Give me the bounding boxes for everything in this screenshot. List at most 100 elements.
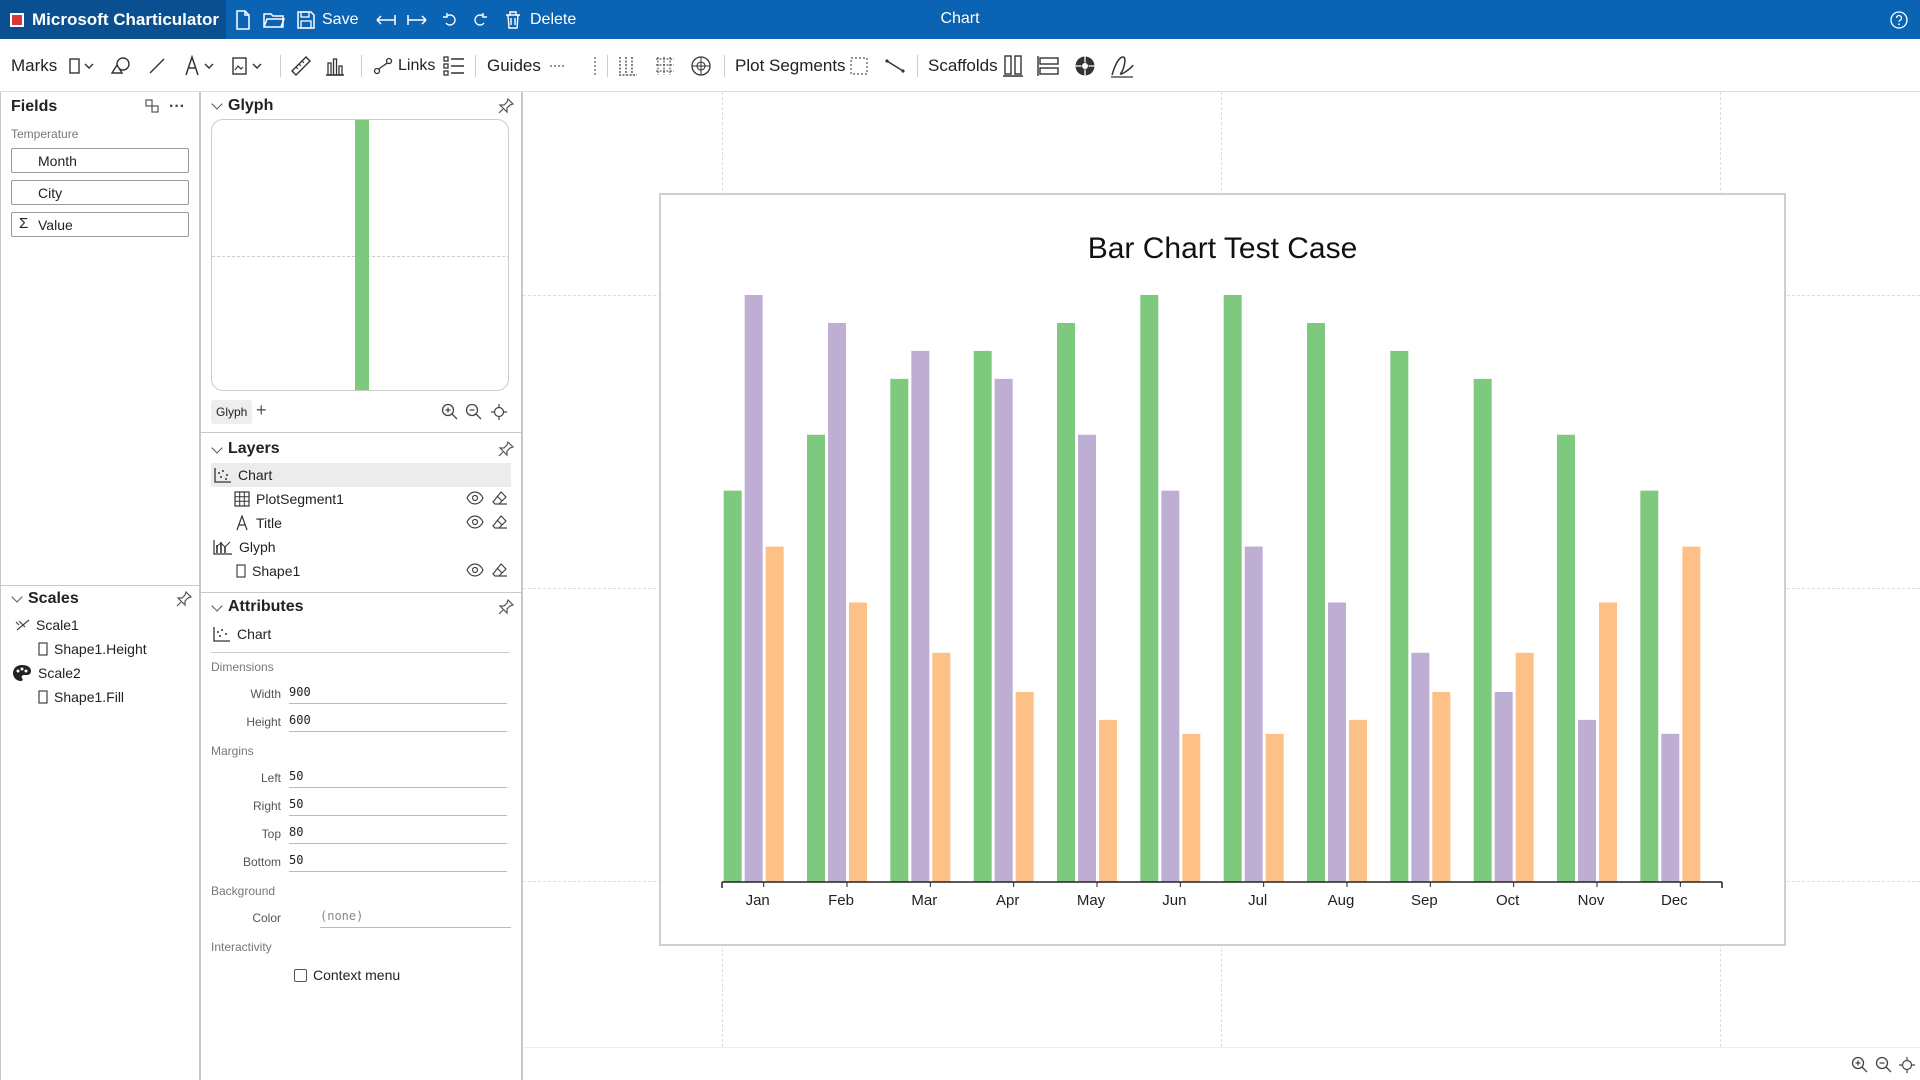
- chart-tool[interactable]: [324, 39, 346, 92]
- divider: [211, 652, 510, 653]
- margin-top-input[interactable]: 80: [289, 822, 507, 844]
- zoom-out-icon[interactable]: [1875, 1056, 1893, 1079]
- layer-item-shape1[interactable]: Shape1: [236, 560, 300, 582]
- zoom-fit-icon[interactable]: [1898, 1056, 1916, 1079]
- chevron-down-icon[interactable]: [211, 600, 223, 612]
- layer-actions: [466, 490, 508, 511]
- scale-binding-fill[interactable]: Shape1.Fill: [38, 686, 124, 708]
- glyph-title: Glyph: [228, 97, 274, 114]
- chevron-down-icon[interactable]: [211, 98, 223, 110]
- eraser-icon[interactable]: [492, 490, 508, 511]
- expand-width-icon[interactable]: [406, 0, 428, 39]
- glyph-bar-shape[interactable]: [355, 120, 369, 390]
- legend-tool[interactable]: [442, 39, 466, 92]
- document-title: Chart: [940, 10, 980, 27]
- panel-border: [199, 92, 201, 1080]
- chart-frame[interactable]: [659, 193, 1786, 946]
- field-value[interactable]: Σ Value: [11, 212, 189, 237]
- curve-scaffold-tool[interactable]: [1109, 39, 1135, 92]
- redo-icon[interactable]: [472, 0, 488, 39]
- links-label: Links: [398, 56, 436, 74]
- eraser-icon[interactable]: [492, 562, 508, 583]
- chevron-down-icon[interactable]: [11, 591, 23, 603]
- scale-binding-height[interactable]: Shape1.Height: [38, 638, 147, 660]
- text-mark-tool[interactable]: [183, 39, 219, 92]
- shapes-mark-tool[interactable]: [110, 39, 132, 92]
- more-options-icon[interactable]: ···: [169, 98, 185, 116]
- chevron-down-icon[interactable]: [211, 442, 223, 454]
- polar-guide-tool[interactable]: [690, 39, 712, 92]
- pin-icon[interactable]: [498, 440, 515, 462]
- delete-button[interactable]: Delete: [505, 0, 576, 39]
- zoom-in-icon[interactable]: [441, 403, 459, 426]
- layers-title: Layers: [228, 440, 280, 457]
- color-label: Color: [252, 911, 281, 925]
- layer-item-chart[interactable]: Chart: [211, 463, 511, 487]
- polar-scaffold-tool[interactable]: [1074, 39, 1096, 92]
- scale1-label: Scale1: [36, 617, 79, 633]
- polar-grid-icon: [691, 55, 711, 76]
- delete-label: Delete: [530, 10, 577, 28]
- eraser-icon[interactable]: [492, 514, 508, 535]
- right-label: Right: [252, 799, 281, 813]
- zoom-out-icon[interactable]: [465, 403, 483, 426]
- line-plot-segment-tool[interactable]: [884, 39, 906, 92]
- line-mark-tool[interactable]: [147, 39, 167, 92]
- width-input[interactable]: 900: [289, 682, 507, 704]
- shrink-width-icon[interactable]: [375, 0, 397, 39]
- width-label: Width: [250, 687, 281, 701]
- add-glyph-icon[interactable]: +: [256, 400, 267, 421]
- scale2-binding-label: Shape1.Fill: [54, 689, 125, 705]
- eye-icon[interactable]: [466, 515, 484, 534]
- pin-icon[interactable]: [498, 598, 515, 620]
- region-plot-segment-tool[interactable]: [849, 39, 869, 92]
- grid-guide-2-tool[interactable]: [654, 39, 676, 92]
- horizontal-scaffold-tool[interactable]: [1002, 39, 1024, 92]
- layer-item-glyph[interactable]: Glyph: [213, 536, 276, 558]
- title-bar: Microsoft Charticulator Save Delete Char…: [0, 0, 1920, 39]
- context-menu-checkbox[interactable]: [294, 968, 307, 982]
- line-icon: [149, 58, 165, 73]
- pin-icon[interactable]: [176, 590, 193, 612]
- layer-item-plotsegment1[interactable]: PlotSegment1: [234, 488, 344, 510]
- top-label: Top: [261, 827, 281, 841]
- zoom-fit-icon[interactable]: [490, 403, 508, 426]
- layer-title-label: Title: [256, 515, 282, 531]
- undo-icon[interactable]: [442, 0, 458, 39]
- eye-icon[interactable]: [466, 491, 484, 510]
- margin-right-input[interactable]: 50: [289, 794, 507, 816]
- zoom-in-icon[interactable]: [1851, 1056, 1869, 1079]
- margin-left-input[interactable]: 50: [289, 766, 507, 788]
- field-city[interactable]: City: [11, 180, 189, 205]
- scale-item-scale2[interactable]: Scale2: [12, 662, 81, 684]
- guide-vertical-tool[interactable]: [590, 39, 600, 92]
- help-icon[interactable]: [1890, 0, 1908, 39]
- fields-title: Fields: [11, 98, 58, 115]
- save-icon: [297, 10, 315, 29]
- margin-bottom-input[interactable]: 50: [289, 850, 507, 872]
- context-menu-option[interactable]: Context menu: [294, 967, 400, 983]
- eye-icon[interactable]: [466, 563, 484, 582]
- chart-title[interactable]: Bar Chart Test Case: [659, 232, 1786, 266]
- guide-tool[interactable]: [548, 39, 568, 92]
- glyph-editor-canvas[interactable]: [211, 119, 509, 391]
- new-file-icon[interactable]: [234, 0, 252, 39]
- rect-mark-tool[interactable]: [68, 39, 96, 92]
- pin-icon[interactable]: [498, 97, 515, 119]
- reorder-icon[interactable]: [144, 98, 160, 119]
- table-grid-icon: [234, 491, 250, 507]
- open-folder-icon[interactable]: [263, 0, 285, 39]
- layer-plotsegment1-label: PlotSegment1: [256, 491, 344, 507]
- image-mark-tool[interactable]: [231, 39, 267, 92]
- scale-item-scale1[interactable]: Scale1: [14, 614, 79, 636]
- height-input[interactable]: 600: [289, 710, 507, 732]
- links-button[interactable]: Links: [373, 39, 435, 92]
- glyph-tab[interactable]: Glyph: [211, 400, 253, 424]
- field-month[interactable]: Month: [11, 148, 189, 173]
- vertical-scaffold-tool[interactable]: [1037, 39, 1061, 92]
- data-axis-tool[interactable]: [289, 39, 313, 92]
- grid-guide-tool[interactable]: [617, 39, 639, 92]
- background-color-input[interactable]: (none): [320, 906, 511, 928]
- save-button[interactable]: Save: [297, 0, 358, 39]
- layer-item-title[interactable]: Title: [234, 512, 282, 534]
